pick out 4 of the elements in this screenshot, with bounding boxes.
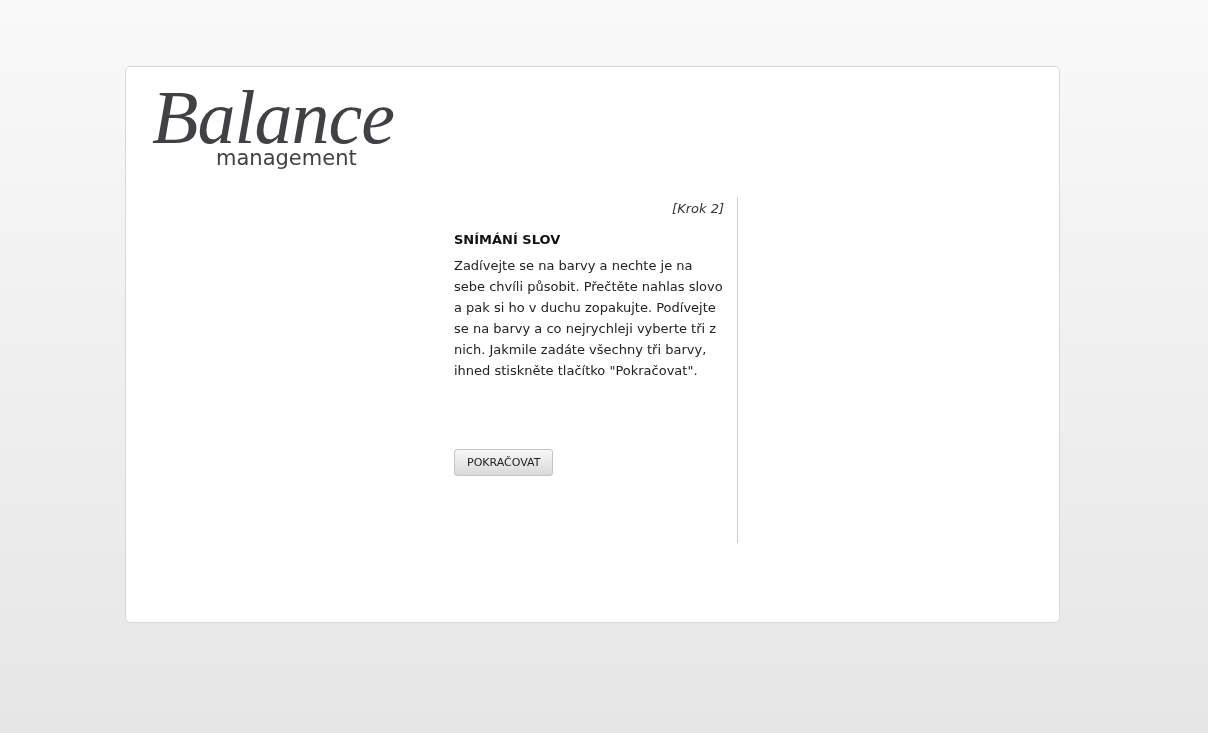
continue-button[interactable]: POKRAČOVAT — [454, 449, 554, 476]
step-label: [Krok 2] — [671, 200, 724, 218]
heading: SNÍMÁNÍ SLOV — [454, 231, 562, 249]
instructions-text: Zadívejte se na barvy a nechte je na sebe chvíli působit. Přečtěte nahlas slovo a pak si ho v duchu zopakujte. Podívejte se na barvy a co nejrychleji vyberte tři z nich. Jakmile zadáte všechny tři barvy, ihned stiskněte tlačítko "Pokračovat". — [454, 257, 724, 380]
